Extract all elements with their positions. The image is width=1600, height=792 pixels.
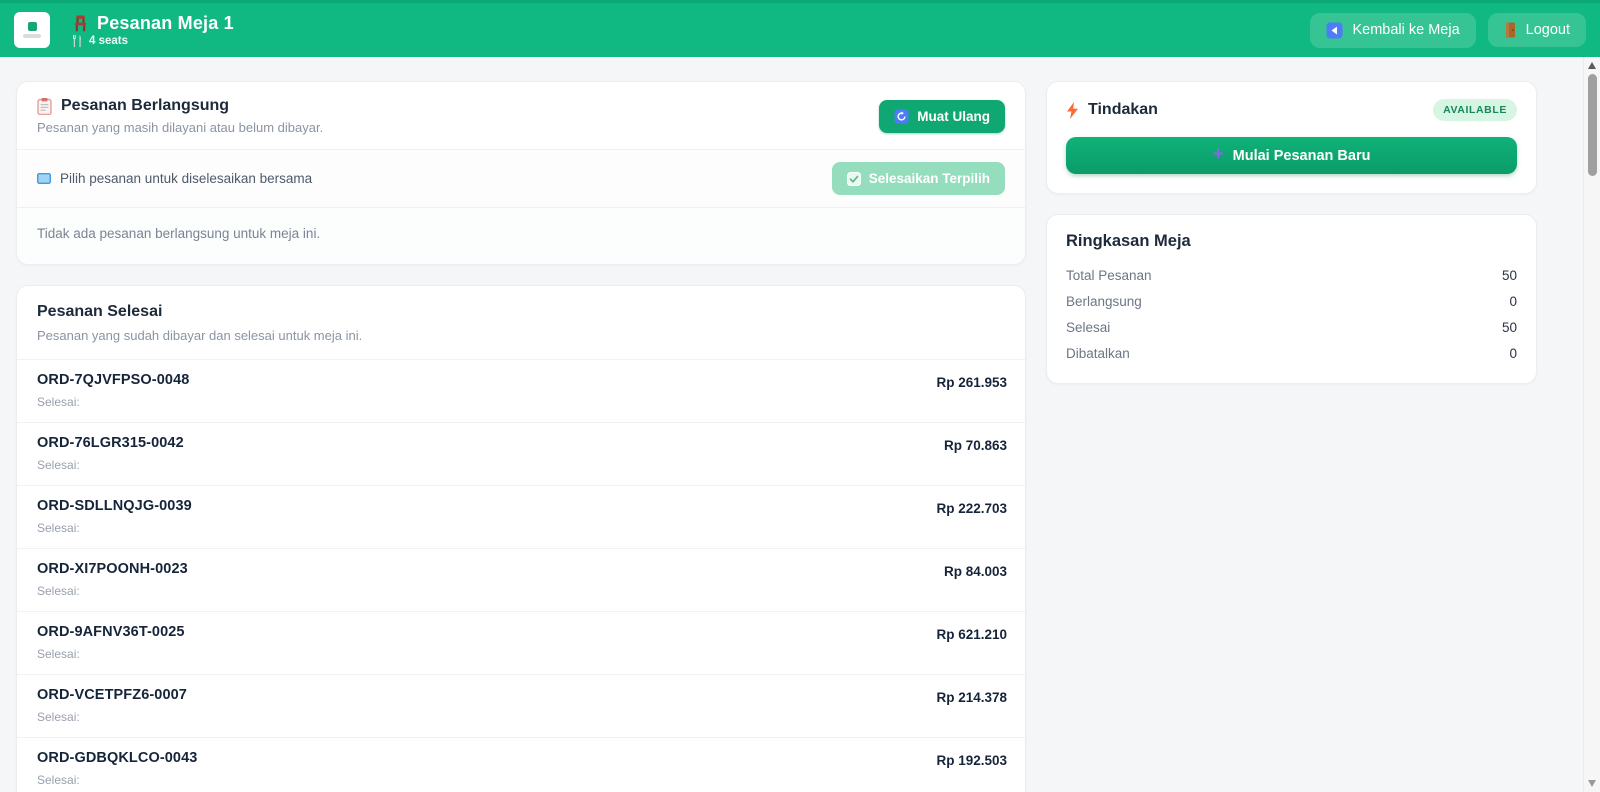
page-title: Pesanan Meja 1 [97, 13, 234, 33]
table-summary-card: Ringkasan Meja Total Pesanan 50 Berlangs… [1046, 214, 1537, 384]
order-amount: Rp 192.503 [936, 753, 1007, 768]
summary-label: Selesai [1066, 320, 1111, 335]
logo-mark-icon [27, 22, 37, 31]
order-status-label: Selesai: [37, 647, 80, 661]
ongoing-card-subtitle: Pesanan yang masih dilayani atau belum d… [37, 120, 324, 135]
ongoing-card-title: Pesanan Berlangsung [61, 97, 230, 114]
order-status-label: Selesai: [37, 710, 80, 724]
order-id: ORD-9AFNV36T-0025 [37, 624, 185, 640]
summary-label: Berlangsung [1066, 294, 1142, 309]
logout-button-label: Logout [1525, 22, 1570, 38]
reload-button[interactable]: Muat Ulang [879, 99, 1005, 133]
status-badge: AVAILABLE [1433, 99, 1517, 121]
order-amount: Rp 222.703 [936, 501, 1007, 516]
scrollbar-down-arrow-icon[interactable] [1588, 780, 1596, 787]
order-status-label: Selesai: [37, 773, 80, 787]
order-list-item[interactable]: ORD-9AFNV36T-0025 Selesai: Rp 621.210 [17, 611, 1025, 674]
select-orders-row: Pilih pesanan untuk diselesaikan bersama… [17, 149, 1025, 207]
completed-orders-card: Pesanan Selesai Pesanan yang sudah dibay… [16, 285, 1026, 792]
ongoing-orders-card: Pesanan Berlangsung Pesanan yang masih d… [16, 81, 1026, 265]
clipboard-icon [37, 97, 52, 115]
start-new-order-label: Mulai Pesanan Baru [1232, 147, 1371, 164]
summary-row-cancelled: Dibatalkan 0 [1066, 341, 1517, 367]
summary-label: Total Pesanan [1066, 268, 1152, 283]
summary-value: 50 [1501, 320, 1517, 335]
order-id: ORD-XI7POONH-0023 [37, 561, 188, 577]
plus-icon: + [1212, 144, 1224, 165]
app-logo [14, 12, 50, 48]
start-new-order-button[interactable]: + Mulai Pesanan Baru [1066, 137, 1517, 174]
order-amount: Rp 214.378 [936, 690, 1007, 705]
back-button-label: Kembali ke Meja [1352, 22, 1460, 38]
summary-row-ongoing: Berlangsung 0 [1066, 289, 1517, 315]
summary-value: 0 [1509, 294, 1517, 309]
actions-card: Tindakan AVAILABLE + Mulai Pesanan Baru [1046, 81, 1537, 194]
order-amount: Rp 70.863 [943, 438, 1007, 453]
reload-button-label: Muat Ulang [917, 108, 990, 124]
order-list-item[interactable]: ORD-VCETPFZ6-0007 Selesai: Rp 214.378 [17, 674, 1025, 737]
order-amount: Rp 621.210 [936, 627, 1007, 642]
chair-icon [72, 15, 89, 32]
order-status-label: Selesai: [37, 584, 80, 598]
select-orders-hint: Pilih pesanan untuk diselesaikan bersama [60, 171, 313, 186]
order-list-item[interactable]: ORD-76LGR315-0042 Selesai: Rp 70.863 [17, 422, 1025, 485]
ongoing-empty-state: Tidak ada pesanan berlangsung untuk meja… [17, 207, 1025, 264]
summary-card-title: Ringkasan Meja [1066, 232, 1191, 250]
back-arrow-icon [1326, 22, 1343, 39]
scrollbar-thumb[interactable] [1587, 74, 1597, 176]
actions-card-title: Tindakan [1088, 101, 1158, 118]
logo-text-placeholder [23, 34, 41, 38]
summary-value: 0 [1509, 346, 1517, 361]
door-icon [1504, 22, 1517, 38]
back-to-tables-button[interactable]: Kembali ke Meja [1310, 12, 1476, 48]
completed-card-subtitle: Pesanan yang sudah dibayar dan selesai u… [37, 328, 363, 343]
checkbox-icon[interactable] [37, 173, 51, 184]
order-id: ORD-SDLLNQJG-0039 [37, 498, 192, 514]
order-status-label: Selesai: [37, 521, 80, 535]
lightning-icon [1066, 101, 1079, 119]
order-list-item[interactable]: ORD-7QJVFPSO-0048 Selesai: Rp 261.953 [17, 359, 1025, 422]
check-icon [846, 171, 861, 186]
order-id: ORD-VCETPFZ6-0007 [37, 687, 187, 703]
summary-row-completed: Selesai 50 [1066, 315, 1517, 341]
order-amount: Rp 261.953 [936, 375, 1007, 390]
order-list-item[interactable]: ORD-GDBQKLCO-0043 Selesai: Rp 192.503 [17, 737, 1025, 792]
seats-count: 4 seats [89, 35, 129, 47]
order-status-label: Selesai: [37, 458, 80, 472]
order-id: ORD-7QJVFPSO-0048 [37, 372, 190, 388]
logout-button[interactable]: Logout [1487, 13, 1586, 47]
refresh-icon [894, 108, 909, 124]
order-status-label: Selesai: [37, 395, 80, 409]
summary-label: Dibatalkan [1066, 346, 1130, 361]
fork-knife-icon [72, 35, 83, 47]
finish-selected-label: Selesaikan Terpilih [868, 171, 990, 186]
order-amount: Rp 84.003 [943, 564, 1007, 579]
completed-card-title: Pesanan Selesai [37, 303, 163, 320]
summary-value: 50 [1501, 268, 1517, 283]
scrollbar-up-arrow-icon[interactable] [1588, 62, 1596, 69]
order-id: ORD-76LGR315-0042 [37, 435, 184, 451]
vertical-scrollbar[interactable] [1583, 57, 1600, 792]
order-list-item[interactable]: ORD-SDLLNQJG-0039 Selesai: Rp 222.703 [17, 485, 1025, 548]
finish-selected-button[interactable]: Selesaikan Terpilih [831, 162, 1005, 195]
ongoing-empty-message: Tidak ada pesanan berlangsung untuk meja… [37, 226, 321, 241]
order-list-item[interactable]: ORD-XI7POONH-0023 Selesai: Rp 84.003 [17, 548, 1025, 611]
app-header: Pesanan Meja 1 4 seats Kembali ke Meja L… [0, 0, 1600, 57]
summary-row-total: Total Pesanan 50 [1066, 263, 1517, 289]
order-id: ORD-GDBQKLCO-0043 [37, 750, 198, 766]
